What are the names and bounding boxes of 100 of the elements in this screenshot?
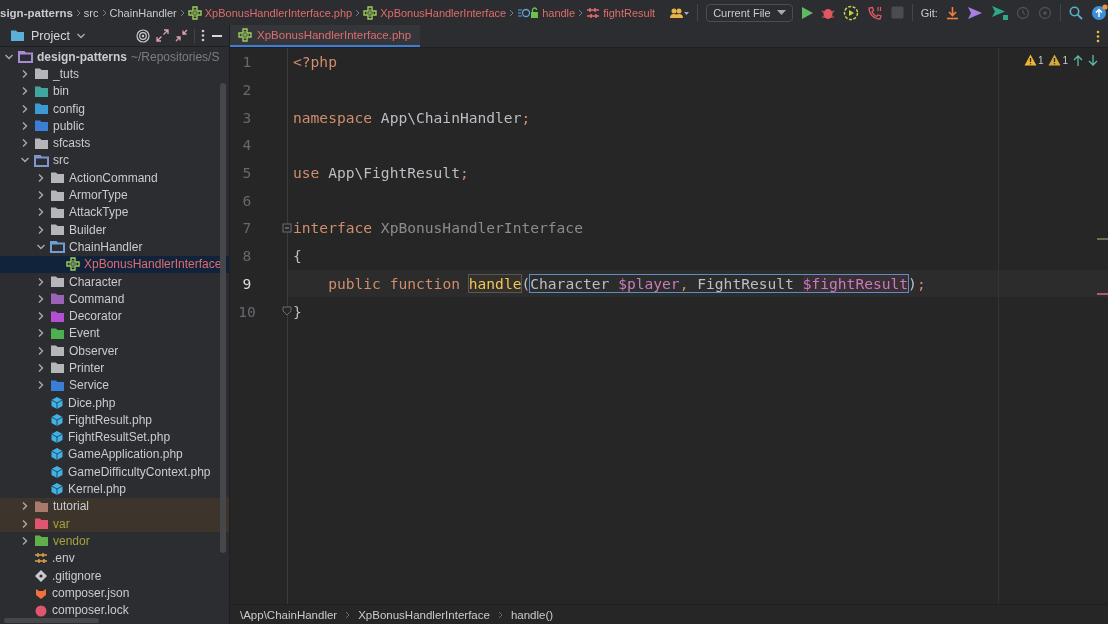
- chevron-icon[interactable]: [20, 518, 30, 529]
- update-icon[interactable]: [1090, 4, 1108, 21]
- tree-item[interactable]: .gitignore: [52, 568, 102, 583]
- breadcrumb-item[interactable]: XpBonusHandlerInterface.php: [204, 6, 353, 19]
- chevron-icon[interactable]: [36, 190, 46, 200]
- chevron-icon[interactable]: [36, 345, 46, 356]
- tree-item[interactable]: Observer: [69, 343, 119, 358]
- tree-item[interactable]: ArmorType: [69, 188, 128, 202]
- chevron-icon[interactable]: [20, 68, 30, 79]
- method-lock-icon: [517, 6, 540, 19]
- cross-icon: [238, 28, 252, 42]
- scrollbar[interactable]: [4, 618, 99, 623]
- tree-item[interactable]: Character: [69, 274, 122, 289]
- tree-item[interactable]: design-patterns: [37, 49, 127, 64]
- code-line: {: [293, 247, 302, 265]
- code-line: interface XpBonusHandlerInterface: [293, 219, 583, 237]
- download-icon[interactable]: [945, 5, 959, 20]
- tree-item[interactable]: AttackType: [69, 205, 129, 220]
- chevron-icon[interactable]: [36, 207, 46, 218]
- tree-item[interactable]: Dice.php: [68, 395, 116, 410]
- tree-item[interactable]: sfcasts: [53, 136, 91, 151]
- chevron-icon[interactable]: [36, 172, 46, 183]
- run-config-dropdown[interactable]: Current File: [706, 3, 793, 22]
- tree-item[interactable]: FightResult.php: [68, 412, 153, 427]
- tree-item[interactable]: ChainHandler: [69, 239, 143, 254]
- sliders-icon: [34, 551, 48, 566]
- chevron-icon[interactable]: [36, 363, 46, 373]
- breadcrumb-item[interactable]: handle: [542, 6, 576, 19]
- chevron-icon[interactable]: [20, 535, 30, 546]
- chevron-icon[interactable]: [36, 224, 46, 235]
- breadcrumb-item[interactable]: \App\ChainHandler: [240, 608, 338, 621]
- search-icon[interactable]: [1068, 5, 1083, 20]
- tree-item[interactable]: config: [53, 101, 86, 116]
- tree-item[interactable]: GameDifficultyContext.php: [68, 464, 211, 479]
- chevron-icon[interactable]: [36, 311, 46, 322]
- chevron-icon[interactable]: [20, 103, 30, 114]
- tree-item[interactable]: _tuts: [53, 66, 79, 81]
- push-icon[interactable]: [990, 5, 1008, 20]
- parameter-hint-box: Character $player, FightResult $fightResult: [530, 274, 909, 292]
- chevron-icon[interactable]: [36, 276, 46, 287]
- tree-item[interactable]: Command: [69, 291, 125, 306]
- warning-icon[interactable]: [1023, 54, 1037, 66]
- warning-icon[interactable]: [1048, 54, 1062, 66]
- editor-tab[interactable]: XpBonusHandlerInterface.php: [230, 25, 421, 47]
- run-icon[interactable]: [800, 5, 813, 20]
- more-icon[interactable]: [1096, 29, 1100, 43]
- arrow-down-icon[interactable]: [1088, 54, 1098, 66]
- breadcrumb-item[interactable]: sign-patterns: [0, 6, 73, 19]
- tree-item[interactable]: Printer: [69, 361, 105, 375]
- tree-item[interactable]: Kernel.php: [68, 482, 127, 497]
- scrollbar[interactable]: [220, 83, 226, 553]
- tree-item[interactable]: .env: [52, 551, 75, 566]
- tree-item[interactable]: composer.json: [52, 585, 130, 600]
- arrow-up-icon[interactable]: [1073, 54, 1083, 66]
- tree-item[interactable]: GameApplication.php: [68, 447, 183, 462]
- cube-icon: [50, 395, 64, 410]
- tree-item[interactable]: bin: [53, 84, 69, 99]
- tree-item[interactable]: var: [53, 516, 70, 531]
- tree-item[interactable]: Service: [69, 378, 109, 393]
- chevron-icon[interactable]: [36, 293, 46, 304]
- warning-count: 1: [1037, 54, 1044, 66]
- chevron-icon[interactable]: [20, 86, 30, 97]
- tree-item[interactable]: public: [53, 118, 85, 133]
- tree-item[interactable]: Decorator: [69, 309, 122, 324]
- coverage-icon[interactable]: [842, 4, 859, 21]
- tree-item[interactable]: composer.lock: [52, 603, 129, 618]
- chevron-icon[interactable]: [20, 501, 30, 512]
- send-icon[interactable]: [966, 5, 983, 20]
- code-line: namespace App\ChainHandler;: [293, 108, 531, 126]
- breadcrumb-item[interactable]: XpBonusHandlerInterface: [380, 6, 507, 19]
- cross-icon: [66, 257, 80, 272]
- warning-count: 1: [1062, 54, 1068, 66]
- separator-icon: [578, 8, 584, 17]
- fold-icon[interactable]: [282, 306, 292, 317]
- breadcrumb-item[interactable]: handle(): [510, 608, 554, 621]
- tree-item[interactable]: ActionCommand: [69, 170, 158, 185]
- line-number: 6: [241, 191, 253, 209]
- tree-item[interactable]: vendor: [53, 533, 90, 548]
- more-icon[interactable]: [201, 29, 205, 42]
- chevron-icon[interactable]: [36, 328, 46, 339]
- breadcrumb-item[interactable]: ChainHandler: [109, 6, 177, 19]
- panel-title[interactable]: Project: [31, 28, 70, 43]
- tree-item[interactable]: tutorial: [53, 499, 90, 514]
- expand-icon[interactable]: [156, 29, 169, 42]
- users-icon[interactable]: [669, 6, 690, 19]
- chevron-icon[interactable]: [20, 138, 30, 149]
- breadcrumb-item[interactable]: XpBonusHandlerInterface: [358, 608, 490, 621]
- target-icon[interactable]: [136, 28, 150, 43]
- tree-item[interactable]: Event: [69, 326, 100, 341]
- tree-item[interactable]: src: [53, 153, 69, 168]
- chevron-icon[interactable]: [36, 380, 46, 391]
- tree-item[interactable]: FightResultSet.php: [68, 430, 171, 445]
- breadcrumb-item[interactable]: fightResult: [603, 6, 656, 19]
- chevron-icon[interactable]: [20, 120, 30, 131]
- phone-icon[interactable]: [866, 4, 883, 21]
- fold-icon[interactable]: [282, 222, 292, 233]
- breadcrumb-item[interactable]: src: [83, 6, 99, 19]
- separator-icon: [497, 610, 503, 619]
- tree-item[interactable]: Builder: [69, 222, 107, 237]
- collapse-icon[interactable]: [175, 29, 188, 42]
